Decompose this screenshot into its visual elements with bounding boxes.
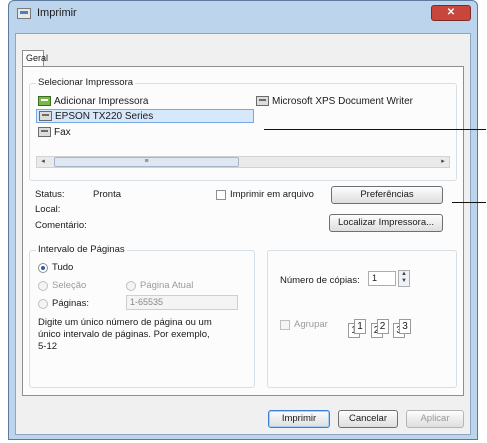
location-label: Local: <box>35 204 61 215</box>
collate-illustration-icon: 11 22 33 <box>348 319 413 338</box>
printer-icon <box>256 96 269 106</box>
page-range-current-radio[interactable] <box>126 281 136 291</box>
page-range-help-line-3: 5-12 <box>38 341 58 352</box>
page-range-selection-label: Seleção <box>52 280 87 291</box>
annotation-line-preferences <box>452 202 486 203</box>
cancel-button[interactable]: Cancelar <box>338 410 398 428</box>
add-printer-icon <box>38 96 51 106</box>
collate-label: Agrupar <box>294 319 328 330</box>
fax-icon <box>38 127 51 137</box>
status-value: Pronta <box>93 189 121 200</box>
spinner-up-icon[interactable]: ▲ <box>399 271 409 278</box>
print-button[interactable]: Imprimir <box>268 410 330 428</box>
page-range-current-label: Página Atual <box>140 280 194 291</box>
tab-panel-general: Selecionar Impressora Adicionar Impresso… <box>22 66 464 396</box>
annotation-line-printer <box>264 129 486 130</box>
dialog-client-area: Geral Selecionar Impressora Adicionar Im… <box>15 33 471 435</box>
copies-input[interactable]: 1 <box>368 271 396 286</box>
printer-icon <box>17 8 31 19</box>
close-button[interactable]: ✕ <box>431 5 471 21</box>
print-to-file-checkbox[interactable] <box>216 190 226 200</box>
page-range-all-radio[interactable] <box>38 263 48 273</box>
printer-item-epson[interactable]: EPSON TX220 Series <box>36 109 254 123</box>
printer-item-add[interactable]: Adicionar Impressora <box>38 94 148 108</box>
scroll-left-icon[interactable]: ◂ <box>37 157 49 167</box>
copies-group: Número de cópias: 1 ▲ ▼ Agrupar 11 22 33 <box>267 250 457 388</box>
collate-page-icon: 1 <box>354 319 366 334</box>
printer-item-fax[interactable]: Fax <box>38 125 71 139</box>
printer-selection-title: Selecionar Impressora <box>36 77 136 88</box>
title-bar[interactable]: Imprimir ✕ <box>9 1 477 27</box>
copies-label: Número de cópias: <box>280 275 360 286</box>
print-dialog: Imprimir ✕ Geral Selecionar Impressora A… <box>8 0 478 440</box>
scroll-right-icon[interactable]: ▸ <box>437 157 449 167</box>
printer-item-xps[interactable]: Microsoft XPS Document Writer <box>256 94 413 108</box>
spinner-down-icon[interactable]: ▼ <box>399 278 409 285</box>
preferences-button[interactable]: Preferências <box>331 186 443 204</box>
printer-item-label: Adicionar Impressora <box>54 95 149 107</box>
horizontal-scrollbar[interactable]: ◂ ≡ ▸ <box>36 156 450 168</box>
window-title: Imprimir <box>37 7 77 19</box>
print-to-file-label: Imprimir em arquivo <box>230 189 314 200</box>
page-range-group: Intervalo de Páginas Tudo Seleção Página… <box>29 244 255 388</box>
find-printer-button[interactable]: Localizar Impressora... <box>329 214 443 232</box>
printer-item-label: Fax <box>54 126 71 138</box>
copies-spinner[interactable]: ▲ ▼ <box>398 270 410 287</box>
apply-button[interactable]: Aplicar <box>406 410 464 428</box>
tab-general[interactable]: Geral <box>22 50 48 67</box>
page-range-selection-radio[interactable] <box>38 281 48 291</box>
page-range-help-line-1: Digite um único número de página ou um <box>38 317 212 328</box>
collate-page-icon: 3 <box>399 319 412 334</box>
printer-selection-group: Selecionar Impressora Adicionar Impresso… <box>29 77 457 181</box>
printer-icon <box>39 111 52 121</box>
status-label: Status: <box>35 189 65 200</box>
collate-page-icon: 2 <box>376 319 389 334</box>
printer-item-label: EPSON TX220 Series <box>55 110 154 122</box>
page-range-pages-label: Páginas: <box>52 298 89 309</box>
pages-input[interactable]: 1-65535 <box>126 295 238 310</box>
printer-item-label: Microsoft XPS Document Writer <box>272 95 413 107</box>
page-range-help-line-2: único intervalo de páginas. Por exemplo, <box>38 329 210 340</box>
page-range-all-label: Tudo <box>52 262 74 273</box>
page-range-pages-radio[interactable] <box>38 299 48 309</box>
collate-checkbox[interactable] <box>280 320 290 330</box>
comment-label: Comentário: <box>35 220 87 231</box>
page-range-title: Intervalo de Páginas <box>36 244 127 255</box>
scrollbar-thumb[interactable]: ≡ <box>54 157 239 167</box>
